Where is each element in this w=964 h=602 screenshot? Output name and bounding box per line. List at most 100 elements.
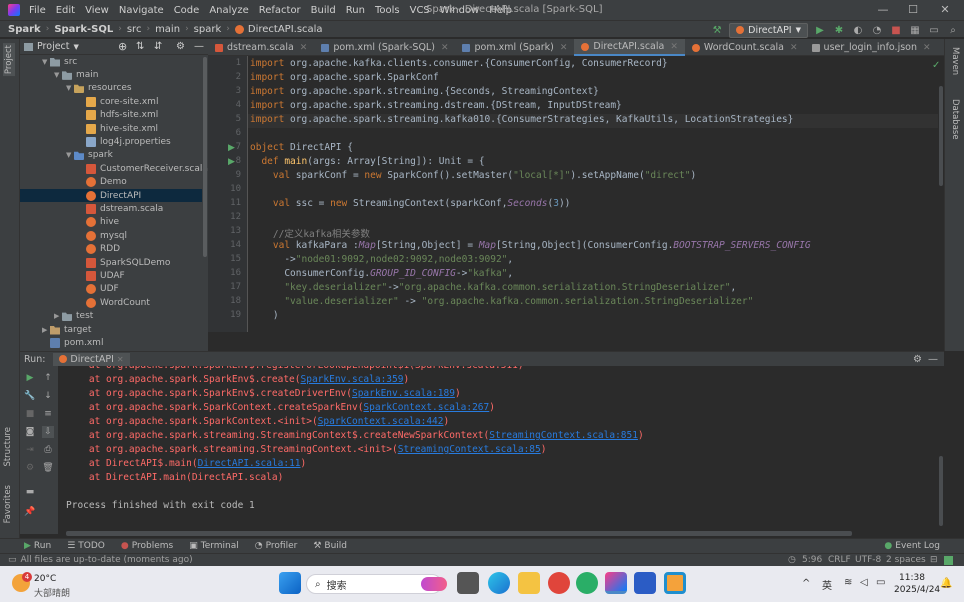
chevron-down-icon[interactable]: ▼ (66, 151, 74, 159)
wechat-icon[interactable] (576, 572, 598, 594)
structure-tool-tab[interactable]: Structure (3, 427, 13, 467)
breadcrumb-item[interactable]: DirectAPI.scala (248, 24, 323, 35)
taskbar-search-box[interactable]: ⌕ 搜索 (306, 574, 447, 594)
maximize-button[interactable]: ☐ (898, 2, 928, 18)
bottom-tab-problems[interactable]: ● Problems (113, 541, 181, 551)
tree-item[interactable]: log4j.properties (78, 135, 171, 148)
tree-item[interactable]: ▼ resources (66, 82, 132, 95)
database-tool-tab[interactable]: Database (950, 99, 960, 140)
chevron-down-icon[interactable]: ▼ (42, 58, 50, 66)
soft-wrap-icon[interactable]: ≡ (42, 408, 54, 420)
chevron-down-icon[interactable]: ▼ (66, 84, 74, 92)
tree-item[interactable]: UDF (78, 283, 119, 296)
exit-icon[interactable]: ⇥ (24, 444, 36, 456)
tree-item[interactable]: ▼ src (42, 55, 77, 68)
close-icon[interactable]: ✕ (923, 43, 931, 53)
menu-build[interactable]: Build (306, 5, 341, 16)
chevron-down-icon[interactable]: ▼ (54, 71, 62, 79)
tree-item[interactable]: ▼ spark (66, 149, 113, 162)
memory-indicator-icon[interactable] (944, 555, 953, 565)
tree-item[interactable]: SparkSQLDemo (78, 256, 170, 269)
tree-item[interactable]: UDAF (78, 269, 125, 282)
file-encoding[interactable]: UTF-8 (855, 555, 881, 565)
search-everywhere-icon[interactable]: ⌕ (946, 23, 960, 37)
close-icon[interactable]: ✕ (790, 43, 798, 53)
menu-analyze[interactable]: Analyze (204, 5, 253, 16)
editor-tab[interactable]: user_login_info.json ✕ (805, 39, 938, 56)
gear-icon[interactable]: ⚙ (176, 41, 185, 52)
expand-all-icon[interactable]: ⇅ (136, 41, 144, 52)
console-scrollbar-thumb[interactable] (939, 456, 943, 526)
intellij-taskbar-icon[interactable] (605, 572, 627, 594)
tree-item[interactable]: Demo (78, 176, 127, 189)
indent-setting[interactable]: 2 spaces (886, 555, 926, 565)
tree-item[interactable]: hdfs-site.xml (78, 109, 158, 122)
chevron-right-icon[interactable]: ▶ (42, 326, 50, 334)
stacktrace-link[interactable]: StreamingContext.scala:851 (489, 430, 638, 441)
breadcrumb-item[interactable]: Spark-SQL (54, 24, 113, 35)
menu-view[interactable]: View (80, 5, 114, 16)
trash-icon[interactable]: 🗑 (42, 462, 54, 474)
run-gutter-icon[interactable]: ▶ (228, 157, 235, 167)
event-log-tab[interactable]: ● Event Log (876, 541, 948, 551)
hide-panel-icon[interactable]: — (928, 354, 938, 365)
wifi-icon[interactable]: ≋ (844, 577, 852, 588)
notification-bell-icon[interactable]: 🔔 (940, 578, 952, 589)
bottom-tab-run[interactable]: ▶ Run (0, 541, 59, 551)
gear-icon[interactable]: ⚙ (913, 354, 922, 365)
locate-icon[interactable]: ⊕ (118, 40, 127, 53)
close-icon[interactable]: ✕ (670, 42, 678, 52)
breadcrumb-item[interactable]: src (127, 24, 142, 35)
inspection-ok-icon[interactable]: ✓ (932, 60, 940, 71)
app-icon-red[interactable] (548, 572, 570, 594)
settings-icon[interactable]: ⚙ (24, 462, 36, 474)
breadcrumb-item[interactable]: spark (194, 24, 222, 35)
tree-item[interactable]: hive (78, 216, 119, 229)
menu-tools[interactable]: Tools (370, 5, 405, 16)
debug-icon[interactable]: ✱ (832, 23, 846, 37)
breadcrumb-item[interactable]: Spark (8, 24, 41, 35)
stacktrace-link[interactable]: SparkContext.scala:442 (318, 416, 444, 427)
intellij-logo-icon[interactable] (8, 4, 20, 16)
file-explorer-icon[interactable] (518, 572, 540, 594)
tree-item[interactable]: DirectAPI (20, 189, 202, 202)
lock-icon[interactable]: ⊟ (930, 555, 938, 565)
stop-icon[interactable]: ■ (24, 408, 36, 420)
menu-file[interactable]: File (24, 5, 51, 16)
tree-item[interactable]: pom.xml (42, 336, 103, 349)
stacktrace-link[interactable]: StreamingContext.scala:85 (398, 444, 541, 455)
app-icon-orange[interactable] (664, 572, 686, 594)
close-button[interactable]: ✕ (930, 2, 960, 18)
camera-icon[interactable]: ◙ (24, 426, 36, 438)
volume-icon[interactable]: ◁ (860, 577, 868, 588)
layout-icon[interactable]: ▭ (927, 23, 941, 37)
editor-tab[interactable]: WordCount.scala ✕ (685, 39, 805, 56)
close-icon[interactable]: ✕ (300, 43, 308, 53)
favorites-tool-tab[interactable]: Favorites (3, 485, 13, 523)
tree-item[interactable]: hive-site.xml (78, 122, 158, 135)
bottom-tab-build[interactable]: ⚒ Build (305, 541, 355, 551)
code-editor[interactable]: import org.apache.kafka.clients.consumer… (248, 56, 938, 332)
run-configuration-select[interactable]: DirectAPI ▼ (729, 22, 808, 38)
breadcrumb-item[interactable]: main (155, 24, 180, 35)
stacktrace-link[interactable]: DirectAPI.scala:11 (198, 458, 301, 469)
rerun-icon[interactable]: ▶ (24, 372, 36, 384)
bottom-tab-todo[interactable]: ☰ TODO (59, 541, 113, 551)
print-icon[interactable]: ⎙ (42, 444, 54, 456)
wrench-icon[interactable]: 🔧 (24, 390, 36, 402)
editor-tab[interactable]: pom.xml (Spark-SQL) ✕ (314, 39, 455, 56)
word-icon[interactable] (634, 572, 656, 594)
bottom-tab-terminal[interactable]: ▣ Terminal (181, 541, 247, 551)
coverage-icon[interactable]: ◐ (851, 23, 865, 37)
minimize-button[interactable]: — (868, 2, 898, 18)
ime-indicator[interactable]: 英 (822, 577, 832, 592)
bottom-tab-profiler[interactable]: ◔ Profiler (247, 541, 306, 551)
project-tool-tab[interactable]: Project (3, 43, 15, 77)
scroll-up-icon[interactable]: ↑ (42, 372, 54, 384)
run-console[interactable]: at org.apache.spark.SparkEnv$.registerOr… (58, 366, 938, 534)
tree-item[interactable]: dstream.scala (78, 202, 163, 215)
pin-icon[interactable]: 📌 (24, 506, 36, 518)
hammer-build-icon[interactable]: ⚒ (710, 23, 724, 37)
close-icon[interactable]: ✕ (117, 355, 124, 364)
weather-desc[interactable]: 大部晴朗 (34, 586, 70, 599)
